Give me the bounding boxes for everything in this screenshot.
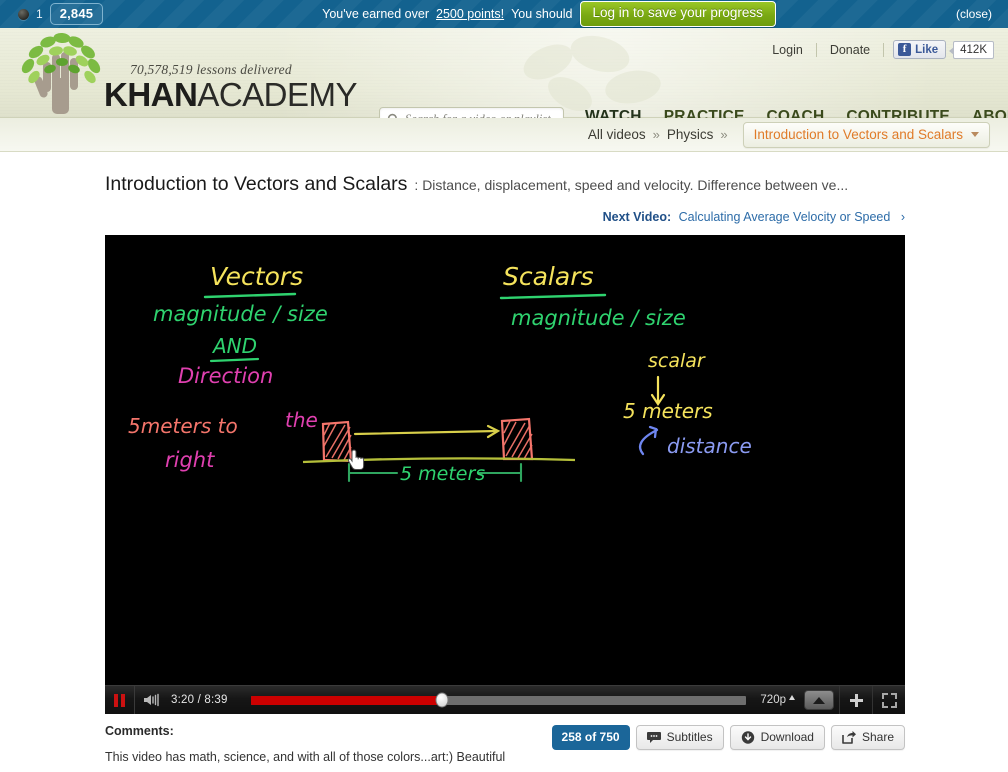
subtitles-button[interactable]: Subtitles xyxy=(635,725,724,750)
chalk-right: right xyxy=(165,448,215,472)
chalk-the: the xyxy=(285,408,318,432)
download-icon xyxy=(741,730,754,744)
chevron-right-icon[interactable]: › xyxy=(901,210,905,224)
share-button[interactable]: Share xyxy=(830,725,905,750)
logo-khan: KHAN xyxy=(104,75,198,113)
logo-wordmark: KHANACADEMY xyxy=(104,75,358,113)
topic-dropdown-button[interactable]: Introduction to Vectors and Scalars xyxy=(742,121,990,148)
pause-button[interactable] xyxy=(105,685,135,714)
promo-message: You've earned over 2500 points! You shou… xyxy=(230,1,868,27)
chalk-5-meters-scalar: 5 meters xyxy=(623,399,713,423)
share-icon xyxy=(842,730,856,744)
chalk-scalar: scalar xyxy=(648,350,706,372)
comment-counter-badge[interactable]: 258 of 750 xyxy=(551,725,630,750)
points-counter[interactable]: 2,845 xyxy=(49,3,104,25)
chalk-5-meters-to: 5meters to xyxy=(128,414,238,438)
next-video-link[interactable]: Calculating Average Velocity or Speed xyxy=(679,210,891,224)
volume-icon xyxy=(144,693,159,707)
promo-banner: 1 2,845 You've earned over 2500 points! … xyxy=(0,0,1008,28)
progress-scrubber[interactable] xyxy=(435,692,449,708)
promo-message-prefix: You've earned over xyxy=(322,7,429,21)
chevron-down-icon xyxy=(971,131,979,137)
plus-icon xyxy=(849,693,863,707)
subtitles-label: Subtitles xyxy=(666,730,713,744)
progress-bar[interactable] xyxy=(251,692,747,708)
time-display: 3:20 / 8:39 xyxy=(171,694,228,706)
video-player[interactable]: Vectors magnitude / size AND Direction 5… xyxy=(105,235,905,714)
close-banner-link[interactable]: (close) xyxy=(956,7,992,21)
breadcrumb-all-videos[interactable]: All videos xyxy=(588,127,646,142)
facebook-like-button[interactable]: f Like xyxy=(893,40,947,59)
login-to-save-button[interactable]: Log in to save your progress xyxy=(579,1,776,27)
topic-dropdown-label: Introduction to Vectors and Scalars xyxy=(753,126,963,142)
diagram-block-left xyxy=(321,420,353,463)
breadcrumb: All videos » Physics » Introduction to V… xyxy=(0,118,1008,152)
fullscreen-icon xyxy=(881,692,897,708)
facebook-like-label: Like xyxy=(915,43,939,56)
video-description: : Distance, displacement, speed and velo… xyxy=(414,177,849,193)
chalk-distance: distance xyxy=(667,434,752,458)
donate-link[interactable]: Donate xyxy=(817,43,883,57)
diagram-displacement-arrow xyxy=(353,424,501,439)
promo-message-suffix: You should xyxy=(511,7,573,21)
chalk-left-magnitude: magnitude / size xyxy=(153,302,328,326)
main-content: Introduction to Vectors and Scalars : Di… xyxy=(0,152,1008,764)
quality-label-text: 720p xyxy=(760,694,786,706)
site-header: 70,578,519 lessons delivered KHANACADEMY… xyxy=(0,28,1008,132)
badge-dot-icon xyxy=(18,8,29,20)
chalk-and: AND xyxy=(211,334,257,358)
volume-button[interactable] xyxy=(135,686,169,715)
add-button[interactable] xyxy=(839,685,872,714)
next-video-row: Next Video: Calculating Average Velocity… xyxy=(105,196,905,224)
diagram-measure-label: 5 meters xyxy=(400,463,485,485)
pause-icon xyxy=(114,693,118,707)
fullscreen-button[interactable] xyxy=(872,685,905,714)
login-link[interactable]: Login xyxy=(759,43,816,57)
quality-selector[interactable]: 720p xyxy=(760,694,795,706)
site-logo[interactable]: 70,578,519 lessons delivered KHANACADEMY xyxy=(14,32,358,116)
chalk-heading-scalars: Scalars xyxy=(503,262,594,291)
chalk-right-magnitude: magnitude / size xyxy=(511,306,686,330)
chalk-heading-vectors: Vectors xyxy=(210,262,303,291)
share-label: Share xyxy=(861,730,894,744)
badge-count: 1 xyxy=(36,7,43,21)
comments-section: Comments: This video has math, science, … xyxy=(105,714,905,764)
breadcrumb-separator: » xyxy=(720,127,728,142)
video-title-row: Introduction to Vectors and Scalars : Di… xyxy=(105,152,915,196)
speech-bubble-icon xyxy=(646,732,661,743)
chevron-up-icon xyxy=(789,695,795,700)
pause-icon xyxy=(121,693,125,707)
points-group: 1 2,845 xyxy=(0,3,230,25)
chalkboard-content: Vectors magnitude / size AND Direction 5… xyxy=(128,262,752,485)
header-utility-links: Login Donate f Like 412K xyxy=(759,40,994,59)
chalk-direction: Direction xyxy=(178,364,273,388)
breadcrumb-separator: » xyxy=(652,127,660,142)
logo-academy: ACADEMY xyxy=(197,75,358,113)
progress-fill xyxy=(251,695,442,705)
page-title: Introduction to Vectors and Scalars xyxy=(105,173,408,195)
utility-divider xyxy=(883,42,885,57)
expand-up-icon xyxy=(813,696,825,704)
leaf-watermark-icon xyxy=(523,35,661,112)
next-video-label: Next Video: xyxy=(602,210,672,224)
breadcrumb-physics[interactable]: Physics xyxy=(667,127,714,142)
download-button[interactable]: Download xyxy=(729,725,825,750)
diagram-block-right xyxy=(500,417,534,461)
facebook-icon: f xyxy=(898,43,912,56)
facebook-like-count: 412K xyxy=(949,40,994,59)
promo-close-group: (close) xyxy=(868,7,1008,21)
download-label: Download xyxy=(760,730,814,744)
expand-button[interactable] xyxy=(804,690,834,710)
footer-buttons: 258 of 750 Subtitles Download Share xyxy=(551,725,905,750)
player-controls: 3:20 / 8:39 720p xyxy=(105,685,905,714)
promo-points-link[interactable]: 2500 points! xyxy=(436,7,504,21)
khan-academy-tree-icon xyxy=(21,32,101,114)
